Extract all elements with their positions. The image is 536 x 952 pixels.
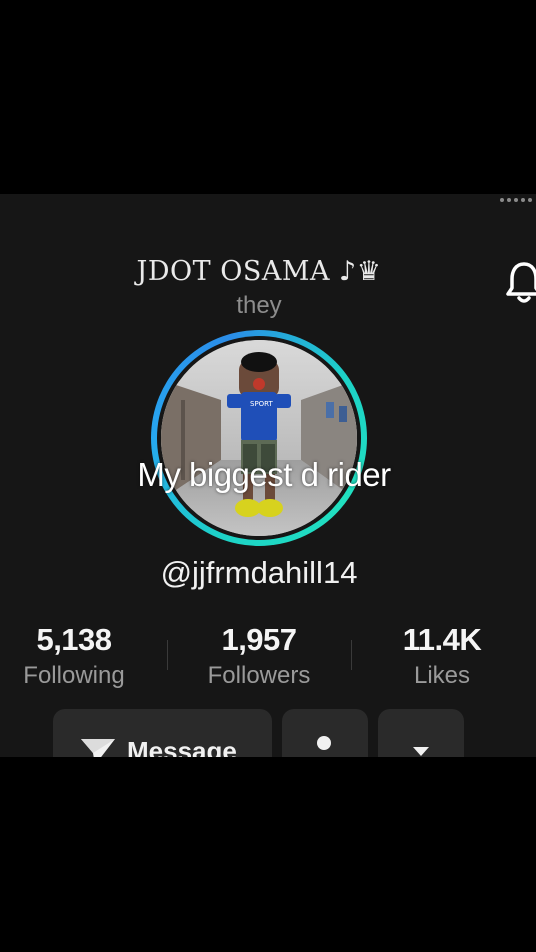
avatar[interactable]: SPORT (161, 340, 357, 536)
overlay-caption: My biggest d rider (137, 456, 391, 493)
pronouns: they (236, 292, 282, 319)
letterbox-bottom (0, 757, 536, 952)
message-button[interactable]: Message (53, 709, 272, 757)
more-options-button[interactable] (378, 709, 464, 757)
add-friend-button[interactable] (282, 709, 368, 757)
add-friend-icon (317, 736, 331, 750)
avatar-ring[interactable]: SPORT (151, 330, 367, 546)
likes-count: 11.4K (402, 622, 482, 657)
message-label: Message (127, 736, 237, 757)
likes-label: Likes (413, 662, 471, 689)
stat-divider (351, 640, 352, 670)
username: @jjfrmdahill14 (160, 555, 358, 590)
caret-down-icon (413, 747, 429, 756)
followers-label: Followers (207, 662, 311, 689)
more-dots-icon[interactable] (500, 198, 532, 202)
send-icon (81, 739, 115, 757)
followers-count: 1,957 (221, 622, 297, 657)
profile-screen: JDOT OSAMA ♪♛ they SPORT My biggest d ri… (0, 194, 536, 757)
stat-followers[interactable]: 1,957 Followers (174, 622, 344, 690)
avatar-image: SPORT (161, 340, 357, 536)
following-label: Following (23, 662, 125, 689)
svg-text:SPORT: SPORT (250, 400, 274, 408)
stat-divider (167, 640, 168, 670)
stat-following[interactable]: 5,138 Following (0, 622, 159, 690)
following-count: 5,138 (36, 622, 112, 657)
letterbox-top (0, 0, 536, 194)
display-name: JDOT OSAMA ♪♛ (136, 256, 382, 287)
stat-likes[interactable]: 11.4K Likes (357, 622, 527, 690)
